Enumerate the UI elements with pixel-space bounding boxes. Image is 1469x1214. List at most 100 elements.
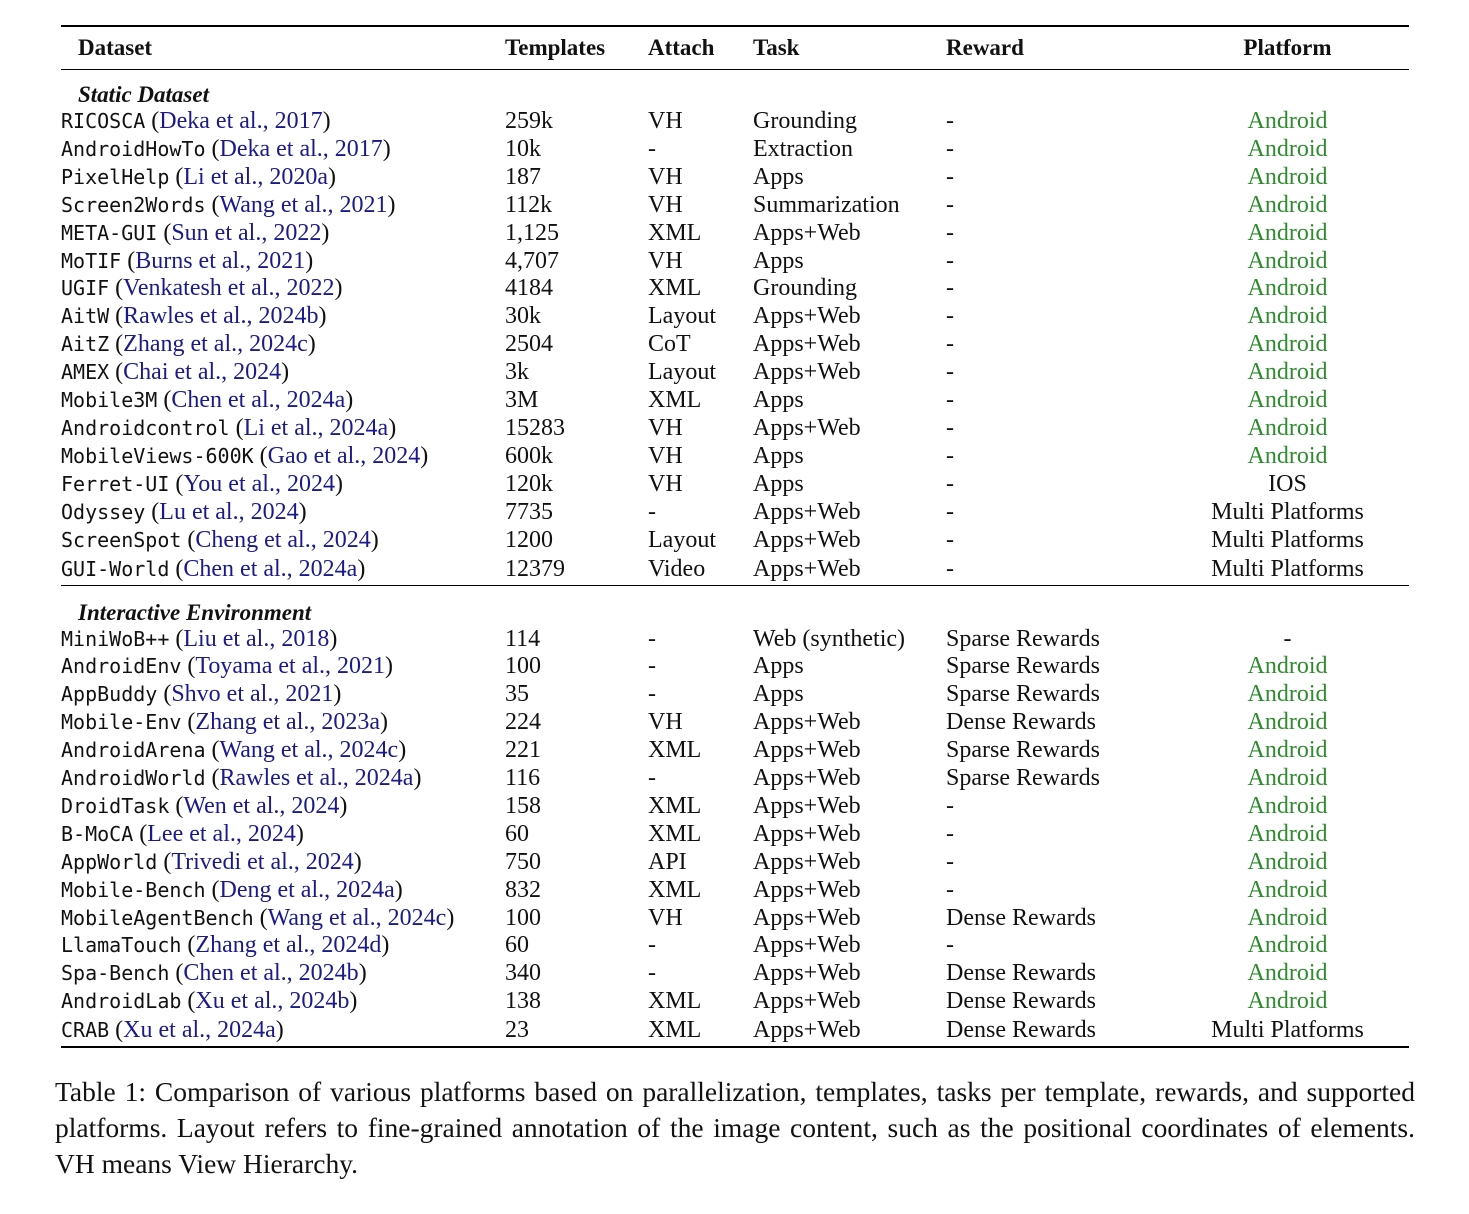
cell-reward: Dense Rewards bbox=[946, 988, 1096, 1015]
cell-reward: - bbox=[946, 554, 1166, 586]
citation-wrapper: (Zhang et al., 2023a) bbox=[181, 709, 389, 736]
citation-link[interactable]: Shvo et al., 2021 bbox=[171, 681, 333, 707]
citation-link[interactable]: Rawles et al., 2024a bbox=[220, 765, 414, 791]
citation-link[interactable]: Cheng et al., 2024 bbox=[195, 527, 370, 553]
cell-reward: Dense Rewards bbox=[946, 960, 1096, 987]
table-row: Odyssey (Lu et al., 2024) 7735- Apps+Web - M… bbox=[61, 499, 1409, 527]
cell-dataset: MobileAgentBench (Wang et al., 2024c) bbox=[61, 905, 505, 933]
cell-task: Apps+Web bbox=[753, 904, 861, 931]
citation-link[interactable]: Lu et al., 2024 bbox=[159, 499, 298, 525]
cell-task: Apps bbox=[753, 163, 804, 190]
table-row: DroidTask (Wen et al., 2024) 158 XML Apps+W… bbox=[61, 793, 1409, 821]
citation-link[interactable]: Wang et al., 2024c bbox=[220, 737, 399, 763]
citation-wrapper: (Deka et al., 2017) bbox=[205, 135, 391, 162]
cell-templates: 15283 bbox=[505, 414, 565, 441]
cell-templates: 1200 bbox=[505, 526, 553, 553]
citation-link[interactable]: Trivedi et al., 2024 bbox=[171, 849, 353, 875]
citation-link[interactable]: Wen et al., 2024 bbox=[183, 793, 339, 819]
citation-link[interactable]: Burns et al., 2021 bbox=[135, 248, 305, 274]
cell-reward: - bbox=[946, 498, 954, 525]
table-row: CRAB (Xu et al., 2024a) 23 XML Apps+Web Dens… bbox=[61, 1016, 1409, 1049]
citation-link[interactable]: Zhang et al., 2024d bbox=[195, 932, 381, 958]
citation-wrapper: (Li et al., 2024a) bbox=[229, 414, 397, 441]
citation-wrapper: (Xu et al., 2024a) bbox=[109, 1017, 284, 1044]
citation-link[interactable]: Chen et al., 2024a bbox=[183, 556, 357, 582]
citation-link[interactable]: Chen et al., 2024a bbox=[171, 387, 345, 413]
table-row: AppBuddy (Shvo et al., 2021) 35- Apps Spars… bbox=[61, 681, 1409, 709]
cell-dataset: ScreenSpot (Cheng et al., 2024) bbox=[61, 527, 505, 555]
table-row: Mobile3M (Chen et al., 2024a) 3M XML Apps - A… bbox=[61, 387, 1409, 415]
citation-link[interactable]: Li et al., 2024a bbox=[244, 415, 389, 441]
cell-templates: 60 bbox=[505, 820, 529, 847]
dataset-name: Androidcontrol bbox=[61, 415, 230, 440]
citation-link[interactable]: Deka et al., 2017 bbox=[220, 136, 383, 162]
cell-platform: Android bbox=[1247, 359, 1328, 386]
cell-reward: - bbox=[946, 331, 954, 358]
cell-task: Apps+Web bbox=[753, 765, 861, 792]
citation-link[interactable]: Deng et al., 2024a bbox=[220, 877, 395, 903]
citation-link[interactable]: Chai et al., 2024 bbox=[123, 359, 281, 385]
citation-wrapper: (Sun et al., 2022) bbox=[157, 219, 330, 246]
citation-link[interactable]: Toyama et al., 2021 bbox=[195, 653, 385, 679]
citation-link[interactable]: Rawles et al., 2024b bbox=[123, 303, 318, 329]
citation-wrapper: (Wen et al., 2024) bbox=[169, 792, 348, 819]
cell-platform: Android bbox=[1247, 108, 1328, 134]
header-task: Task bbox=[753, 25, 946, 70]
cell-reward: - bbox=[946, 442, 954, 469]
cell-reward: Sparse Rewards bbox=[946, 653, 1100, 680]
cell-attach: XML bbox=[648, 737, 702, 764]
citation-link[interactable]: Liu et al., 2018 bbox=[183, 626, 329, 652]
cell-dataset: AndroidArena (Wang et al., 2024c) bbox=[61, 737, 505, 765]
cell-task: Apps bbox=[753, 653, 804, 680]
cell-task: Apps+Web bbox=[753, 554, 946, 586]
header-reward: Reward bbox=[946, 25, 1166, 70]
cell-platform: Android bbox=[1247, 792, 1328, 819]
cell-task: Apps+Web bbox=[753, 526, 861, 553]
cell-dataset: GUI-World (Chen et al., 2024a) bbox=[61, 554, 505, 586]
cell-reward: - bbox=[946, 275, 954, 302]
citation-link[interactable]: Lee et al., 2024 bbox=[147, 821, 296, 847]
citation-link[interactable]: Chen et al., 2024b bbox=[183, 960, 358, 986]
cell-attach: XML bbox=[648, 219, 702, 246]
cell-dataset: Odyssey (Lu et al., 2024) bbox=[61, 499, 505, 527]
dataset-name: DroidTask bbox=[61, 793, 170, 818]
dataset-name: B-MoCA bbox=[61, 821, 134, 846]
citation-link[interactable]: Wang et al., 2021 bbox=[220, 192, 388, 218]
cell-dataset: CRAB (Xu et al., 2024a) bbox=[61, 1016, 505, 1049]
cell-platform: Android bbox=[1247, 820, 1328, 847]
citation-link[interactable]: Xu et al., 2024b bbox=[195, 988, 349, 1014]
cell-platform: Android bbox=[1247, 135, 1328, 162]
citation-link[interactable]: Venkatesh et al., 2022 bbox=[123, 275, 334, 301]
cell-attach: Layout bbox=[648, 526, 716, 553]
cell-task: Apps+Web bbox=[753, 876, 861, 903]
citation-link[interactable]: Zhang et al., 2024c bbox=[123, 331, 308, 357]
cell-attach: XML bbox=[648, 988, 702, 1015]
citation-link[interactable]: Gao et al., 2024 bbox=[268, 443, 421, 469]
cell-dataset: Mobile-Bench (Deng et al., 2024a) bbox=[61, 877, 505, 905]
citation-link[interactable]: You et al., 2024 bbox=[183, 471, 335, 497]
cell-reward: - bbox=[946, 526, 954, 553]
citation-link[interactable]: Sun et al., 2022 bbox=[171, 220, 321, 246]
cell-task: Apps+Web bbox=[753, 498, 861, 525]
citation-link[interactable]: Zhang et al., 2023a bbox=[195, 709, 380, 735]
citation-link[interactable]: Deka et al., 2017 bbox=[159, 108, 322, 134]
static-dataset-section: Static Dataset RICOSCA (Deka et al., 201… bbox=[61, 70, 1409, 586]
cell-reward: - bbox=[946, 387, 954, 414]
cell-reward: - bbox=[946, 219, 954, 246]
dataset-name: ScreenSpot bbox=[61, 527, 182, 552]
cell-templates: 4184 bbox=[505, 275, 553, 302]
cell-task: Apps+Web bbox=[753, 1016, 946, 1049]
cell-attach: - bbox=[648, 498, 656, 525]
table-row: MoTIF (Burns et al., 2021) 4,707 VH Apps - An… bbox=[61, 248, 1409, 276]
citation-wrapper: (Wang et al., 2024c) bbox=[205, 737, 407, 764]
citation-wrapper: (Venkatesh et al., 2022) bbox=[109, 275, 343, 302]
citation-wrapper: (Trivedi et al., 2024) bbox=[157, 848, 362, 875]
dataset-name: AitW bbox=[61, 304, 110, 329]
citation-link[interactable]: Li et al., 2020a bbox=[183, 164, 328, 190]
citation-link[interactable]: Wang et al., 2024c bbox=[268, 905, 447, 931]
cell-attach: VH bbox=[648, 191, 683, 218]
table-row: AMEX (Chai et al., 2024) 3k Layout Apps+Web… bbox=[61, 359, 1409, 387]
citation-wrapper: (Lee et al., 2024) bbox=[133, 820, 304, 847]
table-row: Screen2Words (Wang et al., 2021) 112k VH Su… bbox=[61, 192, 1409, 220]
citation-link[interactable]: Xu et al., 2024a bbox=[123, 1017, 276, 1043]
